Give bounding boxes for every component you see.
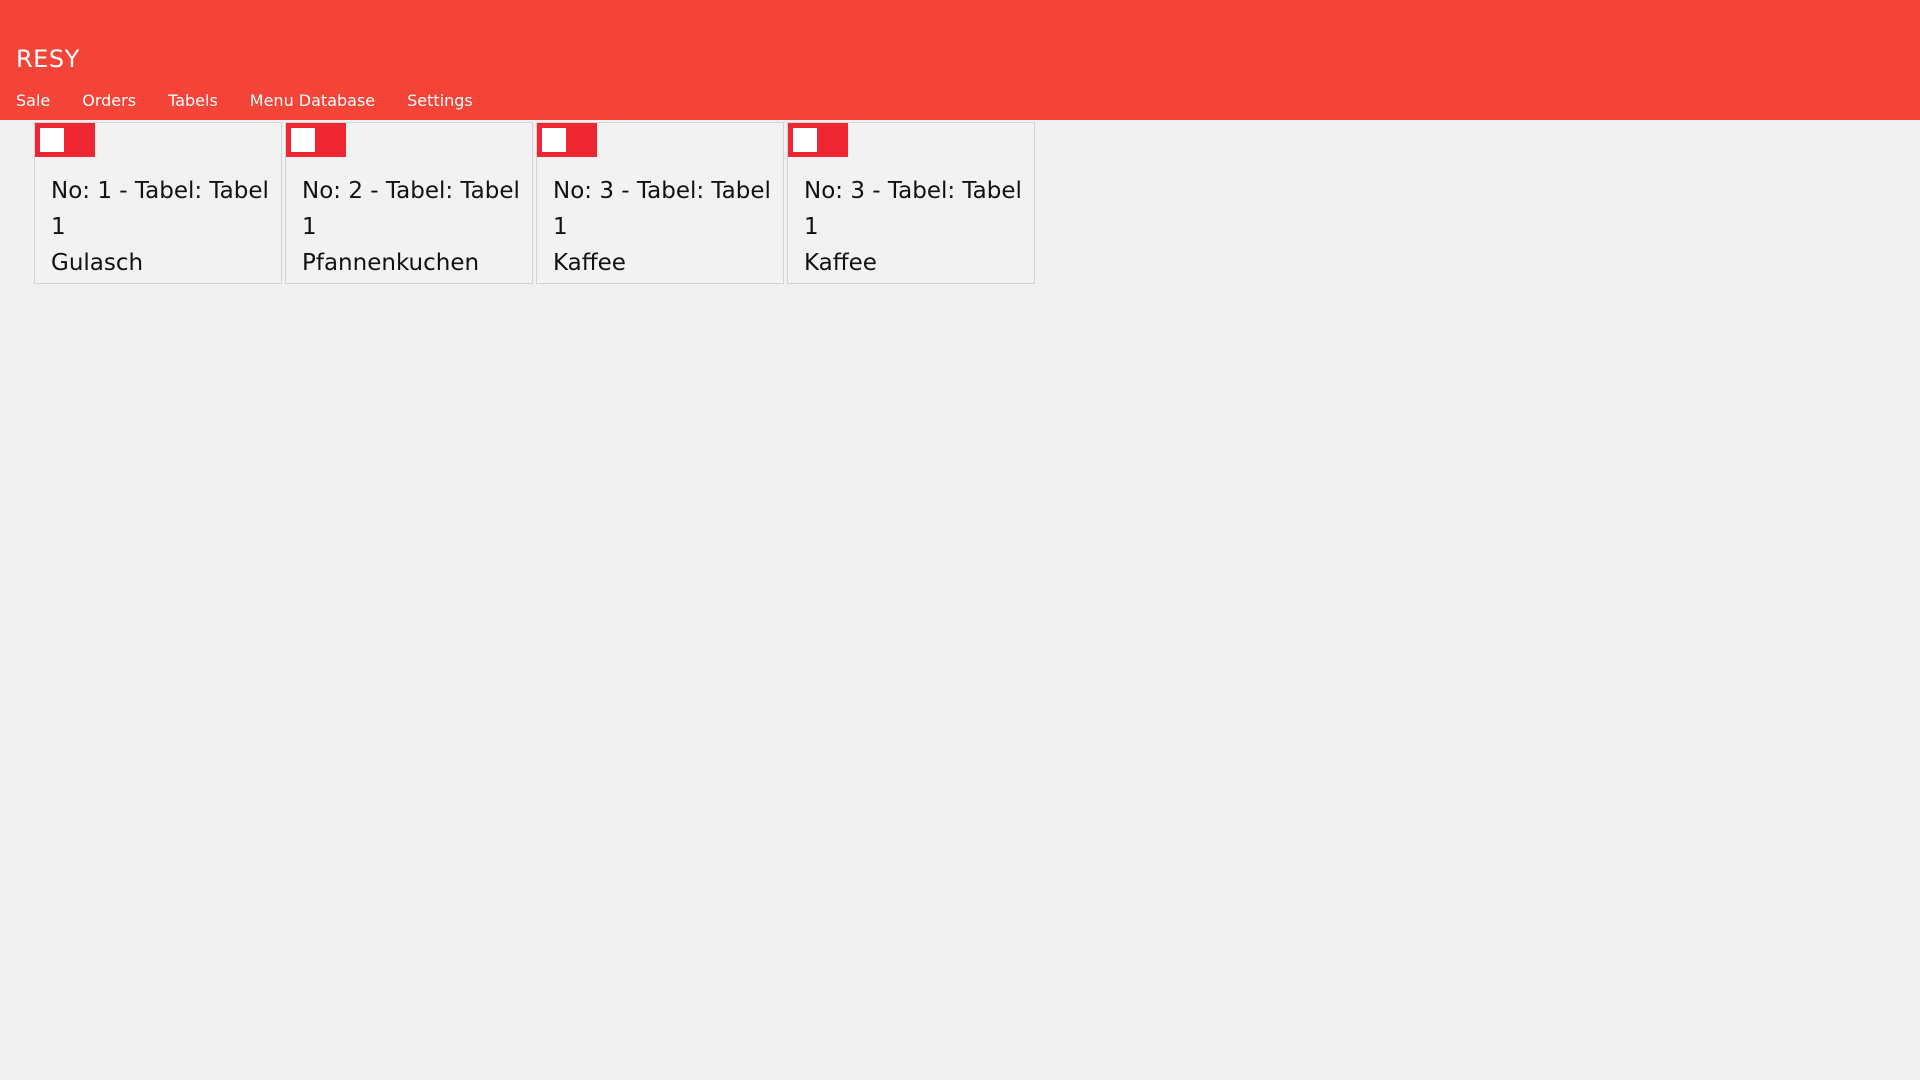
nav-item-orders[interactable]: Orders: [82, 89, 136, 113]
order-number-table: No: 3 - Tabel: Tabel: [553, 178, 771, 204]
order-item-name: Kaffee: [553, 250, 626, 276]
toggle-knob: [793, 128, 817, 152]
order-list: No: 1 - Tabel: Tabel 1 Gulasch No: 2 - T…: [34, 122, 1038, 284]
order-details: No: 3 - Tabel: Tabel 1 Kaffee: [553, 173, 779, 281]
toggle-knob: [542, 128, 566, 152]
order-number-table: No: 2 - Tabel: Tabel: [302, 178, 520, 204]
order-table-number: 1: [302, 214, 317, 240]
order-table-number: 1: [51, 214, 66, 240]
order-details: No: 3 - Tabel: Tabel 1 Kaffee: [804, 173, 1030, 281]
order-card: No: 1 - Tabel: Tabel 1 Gulasch: [34, 122, 282, 284]
order-item-name: Gulasch: [51, 250, 144, 276]
order-number-table: No: 3 - Tabel: Tabel: [804, 178, 1022, 204]
toggle-knob: [291, 128, 315, 152]
order-card: No: 2 - Tabel: Tabel 1 Pfannenkuchen: [285, 122, 533, 284]
order-card: No: 3 - Tabel: Tabel 1 Kaffee: [787, 122, 1035, 284]
app-title: RESY: [16, 45, 80, 73]
order-details: No: 2 - Tabel: Tabel 1 Pfannenkuchen: [302, 173, 528, 281]
order-details: No: 1 - Tabel: Tabel 1 Gulasch: [51, 173, 277, 281]
order-done-toggle[interactable]: [286, 123, 346, 157]
toggle-knob: [40, 128, 64, 152]
nav-item-sale[interactable]: Sale: [16, 89, 50, 113]
order-card: No: 3 - Tabel: Tabel 1 Kaffee: [536, 122, 784, 284]
nav-item-settings[interactable]: Settings: [407, 89, 473, 113]
app-bar: RESY Sale Orders Tabels Menu Database Se…: [0, 0, 1920, 120]
nav-bar: Sale Orders Tabels Menu Database Setting…: [16, 89, 505, 113]
order-done-toggle[interactable]: [35, 123, 95, 157]
order-table-number: 1: [553, 214, 568, 240]
order-number-table: No: 1 - Tabel: Tabel: [51, 178, 269, 204]
order-done-toggle[interactable]: [788, 123, 848, 157]
order-done-toggle[interactable]: [537, 123, 597, 157]
order-item-name: Pfannenkuchen: [302, 250, 480, 276]
order-table-number: 1: [804, 214, 819, 240]
order-item-name: Kaffee: [804, 250, 877, 276]
nav-item-menu-database[interactable]: Menu Database: [250, 89, 375, 113]
nav-item-tabels[interactable]: Tabels: [168, 89, 218, 113]
